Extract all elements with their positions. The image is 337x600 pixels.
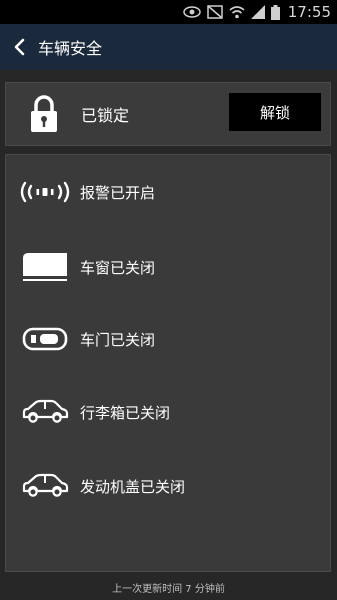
status-row-alarm: 报警已开启 bbox=[6, 172, 330, 212]
status-label: 车窗已关闭 bbox=[80, 258, 156, 277]
eye-icon bbox=[183, 6, 201, 18]
status-row-door: 车门已关闭 bbox=[6, 319, 330, 359]
page-title: 车辆安全 bbox=[38, 39, 103, 58]
app-bar: 车辆安全 bbox=[0, 24, 337, 70]
status-label: 报警已开启 bbox=[80, 183, 156, 202]
trunk-car-icon bbox=[22, 399, 69, 423]
lock-status-card: 已锁定 解锁 bbox=[5, 82, 331, 146]
status-label: 发动机盖已关闭 bbox=[80, 477, 186, 496]
padlock-icon bbox=[31, 95, 57, 132]
unlock-button[interactable]: 解锁 bbox=[229, 93, 321, 131]
system-status-bar: 17:55 bbox=[0, 0, 337, 24]
lock-status-label: 已锁定 bbox=[81, 106, 130, 125]
clock: 17:55 bbox=[287, 3, 331, 21]
last-update-text: 上一次更新时间 7 分钟前 bbox=[112, 584, 225, 595]
battery-icon bbox=[270, 4, 280, 20]
vehicle-status-list: 报警已开启 车窗已关闭 车门已关闭 行李箱已关闭 发动机盖已关闭 bbox=[5, 154, 331, 572]
chevron-left-icon bbox=[14, 38, 25, 56]
status-row-hood: 发动机盖已关闭 bbox=[6, 466, 330, 506]
status-label: 行李箱已关闭 bbox=[80, 403, 171, 422]
status-label: 车门已关闭 bbox=[80, 330, 156, 349]
status-row-window: 车窗已关闭 bbox=[6, 247, 330, 287]
window-icon bbox=[23, 253, 67, 281]
back-button[interactable] bbox=[8, 24, 30, 70]
alarm-icon bbox=[20, 181, 70, 203]
status-icons bbox=[183, 4, 280, 20]
door-icon bbox=[22, 327, 68, 351]
signal-icon bbox=[250, 5, 265, 19]
hood-car-icon bbox=[22, 473, 69, 497]
status-row-trunk: 行李箱已关闭 bbox=[6, 392, 330, 432]
wifi-icon bbox=[229, 6, 245, 19]
nfc-muted-icon bbox=[207, 5, 223, 19]
